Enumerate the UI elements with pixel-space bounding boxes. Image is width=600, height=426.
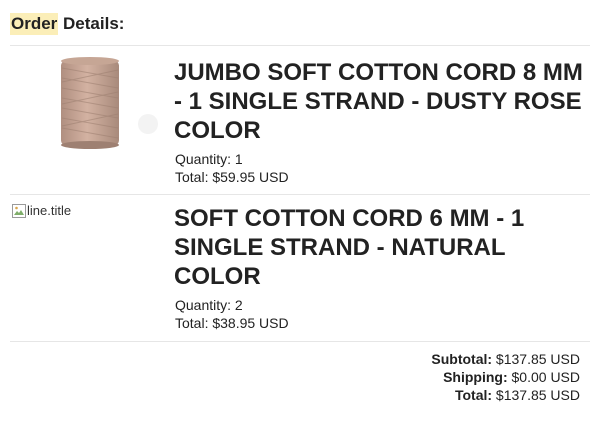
item-2-title[interactable]: SOFT COTTON CORD 6 MM - 1 SINGLE STRAND … (174, 204, 584, 291)
item-2-image[interactable]: line.title (12, 203, 71, 218)
total-value: $137.85 USD (492, 387, 580, 403)
order-details-heading: Order Details: (10, 13, 125, 35)
divider-bottom (10, 341, 590, 342)
image-shadow (138, 114, 158, 134)
broken-image-icon (12, 203, 26, 218)
item-1-title[interactable]: JUMBO SOFT COTTON CORD 8 MM - 1 SINGLE S… (174, 58, 584, 145)
divider-items (10, 194, 590, 195)
subtotal-value: $137.85 USD (492, 351, 580, 367)
broken-image-alt-text: line.title (27, 203, 72, 218)
shipping-label: Shipping: (443, 369, 508, 385)
shipping-value: $0.00 USD (507, 369, 581, 385)
order-heading-highlight: Order (10, 13, 59, 35)
subtotal-row: Subtotal: $137.85 USD (431, 350, 580, 368)
item-1-image[interactable] (10, 52, 160, 172)
order-totals: Subtotal: $137.85 USD Shipping: $0.00 US… (431, 350, 580, 404)
order-details-page: Order Details: JUMBO SOFT COTTON CORD 8 … (0, 0, 600, 426)
shipping-row: Shipping: $0.00 USD (431, 368, 580, 386)
total-row: Total: $137.85 USD (431, 386, 580, 404)
item-2-total: Total: $38.95 USD (175, 315, 289, 331)
subtotal-label: Subtotal: (431, 351, 493, 367)
item-1-total: Total: $59.95 USD (175, 169, 289, 185)
divider-top (10, 45, 590, 46)
total-label: Total: (454, 387, 493, 403)
item-1-quantity: Quantity: 1 (175, 151, 243, 167)
cotton-cord-spool-image (59, 56, 121, 150)
item-2-quantity: Quantity: 2 (175, 297, 243, 313)
order-heading-rest: Details: (58, 14, 125, 33)
